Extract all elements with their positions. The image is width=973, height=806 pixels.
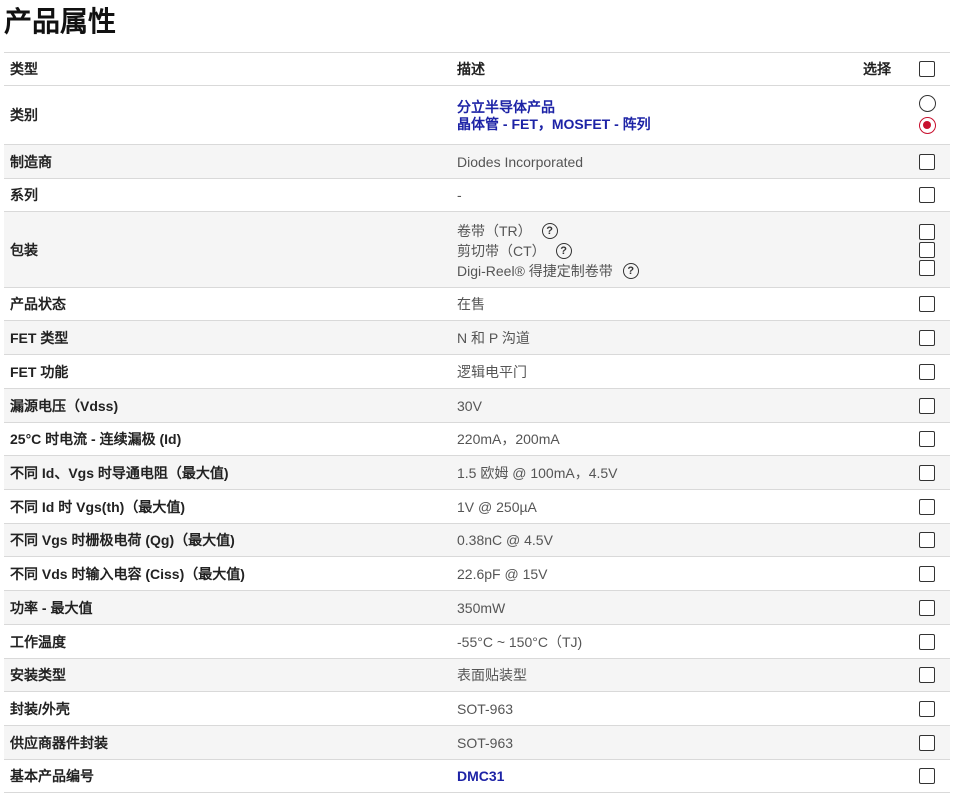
row-desc: 22.6pF @ 15V xyxy=(457,565,548,582)
row-checkbox[interactable] xyxy=(919,363,935,380)
row-desc: 1V @ 250µA xyxy=(457,498,537,515)
row-checkbox[interactable] xyxy=(919,329,935,346)
row-type: 不同 Id、Vgs 时导通电阻（最大值) xyxy=(10,464,229,481)
row-type: 不同 Id 时 Vgs(th)（最大值) xyxy=(10,498,185,515)
row-checkbox[interactable] xyxy=(919,187,935,203)
row-type: 安装类型 xyxy=(10,667,66,683)
row-type: 功率 - 最大值 xyxy=(10,599,93,616)
packaging-checkbox-ct[interactable] xyxy=(919,242,935,258)
row-desc: - xyxy=(457,187,462,203)
row-type: FET 类型 xyxy=(10,329,69,346)
row-type: 产品状态 xyxy=(10,296,66,312)
category-radio-fet-array[interactable] xyxy=(919,117,936,134)
row-checkbox[interactable] xyxy=(919,667,935,683)
table-row-category: 类别 分立半导体产品 晶体管 - FET，MOSFET - 阵列 xyxy=(4,85,950,144)
table-row: 不同 Id 时 Vgs(th)（最大值) 1V @ 250µA xyxy=(4,489,950,523)
packaging-option-digireel: Digi-Reel® 得捷定制卷带? xyxy=(457,261,639,281)
row-desc: 350mW xyxy=(457,599,506,616)
row-desc: N 和 P 沟道 xyxy=(457,329,530,346)
table-row: 基本产品编号 DMC31 xyxy=(4,759,950,793)
row-checkbox[interactable] xyxy=(919,153,935,170)
row-checkbox[interactable] xyxy=(919,700,935,717)
table-row: 不同 Vgs 时栅极电荷 (Qg)（最大值) 0.38nC @ 4.5V xyxy=(4,523,950,556)
category-link-fet-array[interactable]: 晶体管 - FET，MOSFET - 阵列 xyxy=(457,114,651,134)
row-type: 不同 Vgs 时栅极电荷 (Qg)（最大值) xyxy=(10,532,235,548)
packaging-option-tr: 卷带（TR）? xyxy=(457,221,558,241)
row-type: 类别 xyxy=(10,107,38,123)
row-desc: 1.5 欧姆 @ 100mA，4.5V xyxy=(457,464,618,481)
table-row: 安装类型 表面贴装型 xyxy=(4,658,950,691)
row-desc: Diodes Incorporated xyxy=(457,153,584,170)
packaging-checkbox-digireel[interactable] xyxy=(919,260,935,276)
page-title: 产品属性 xyxy=(4,6,117,37)
row-desc: 220mA，200mA xyxy=(457,431,560,447)
table-row: 封装/外壳 SOT-963 xyxy=(4,691,950,725)
table-row: 不同 Vds 时输入电容 (Ciss)（最大值) 22.6pF @ 15V xyxy=(4,556,950,590)
row-desc: SOT-963 xyxy=(457,700,514,717)
header-select: 选择 xyxy=(863,61,891,77)
row-checkbox[interactable] xyxy=(919,565,935,582)
row-type: FET 功能 xyxy=(10,363,69,380)
help-icon[interactable]: ? xyxy=(555,243,572,260)
row-type: 基本产品编号 xyxy=(10,768,94,784)
row-checkbox[interactable] xyxy=(919,532,935,548)
row-type: 不同 Vds 时输入电容 (Ciss)（最大值) xyxy=(10,565,245,582)
row-type: 制造商 xyxy=(10,153,52,170)
row-desc: 表面贴装型 xyxy=(457,667,527,683)
product-attributes-table: 类型 描述 选择 类别 分立半导体产品 晶体管 - FET，MOSFET - 阵… xyxy=(4,52,950,793)
row-type: 漏源电压（Vdss) xyxy=(10,397,119,414)
row-type: 供应商器件封装 xyxy=(10,734,108,751)
row-checkbox[interactable] xyxy=(919,633,935,650)
row-checkbox[interactable] xyxy=(919,498,935,515)
table-row-packaging: 包装 卷带（TR）? 剪切带（CT）? Digi-Reel® 得捷定制卷带? xyxy=(4,211,950,287)
help-icon[interactable]: ? xyxy=(541,223,558,240)
row-type: 包装 xyxy=(10,241,38,258)
row-checkbox[interactable] xyxy=(919,734,935,751)
row-type: 25°C 时电流 - 连续漏极 (Id) xyxy=(10,431,182,447)
base-product-number-link[interactable]: DMC31 xyxy=(457,768,504,784)
table-row: FET 类型 N 和 P 沟道 xyxy=(4,320,950,354)
row-desc: SOT-963 xyxy=(457,734,514,751)
packaging-checkbox-tr[interactable] xyxy=(919,224,935,240)
category-radio-discrete[interactable] xyxy=(919,95,936,112)
packaging-option-ct: 剪切带（CT）? xyxy=(457,241,572,261)
table-header-row: 类型 描述 选择 xyxy=(4,52,950,85)
table-row: 供应商器件封装 SOT-963 xyxy=(4,725,950,759)
packaging-option-label: 卷带（TR） xyxy=(457,223,532,239)
table-row: FET 功能 逻辑电平门 xyxy=(4,354,950,388)
row-desc: 逻辑电平门 xyxy=(457,363,527,380)
row-desc: 0.38nC @ 4.5V xyxy=(457,532,553,548)
header-description: 描述 xyxy=(457,61,485,77)
row-desc: -55°C ~ 150°C（TJ) xyxy=(457,633,583,650)
table-row: 不同 Id、Vgs 时导通电阻（最大值) 1.5 欧姆 @ 100mA，4.5V xyxy=(4,455,950,489)
row-type: 封装/外壳 xyxy=(10,700,70,717)
table-row: 制造商 Diodes Incorporated xyxy=(4,144,950,178)
table-row: 系列 - xyxy=(4,178,950,211)
select-all-checkbox[interactable] xyxy=(919,61,935,77)
row-desc: 30V xyxy=(457,397,482,414)
table-row: 25°C 时电流 - 连续漏极 (Id) 220mA，200mA xyxy=(4,422,950,455)
help-icon[interactable]: ? xyxy=(622,263,639,280)
row-checkbox[interactable] xyxy=(919,464,935,481)
table-row: 工作温度 -55°C ~ 150°C（TJ) xyxy=(4,624,950,658)
row-checkbox[interactable] xyxy=(919,296,935,312)
table-row: 功率 - 最大值 350mW xyxy=(4,590,950,624)
row-checkbox[interactable] xyxy=(919,599,935,616)
packaging-option-label: Digi-Reel® 得捷定制卷带 xyxy=(457,263,613,279)
table-row: 漏源电压（Vdss) 30V xyxy=(4,388,950,422)
row-type: 系列 xyxy=(10,187,38,203)
header-type: 类型 xyxy=(10,61,38,77)
packaging-option-label: 剪切带（CT） xyxy=(457,243,546,259)
row-checkbox[interactable] xyxy=(919,397,935,414)
row-checkbox[interactable] xyxy=(919,431,935,447)
row-type: 工作温度 xyxy=(10,633,66,650)
row-desc: 在售 xyxy=(457,296,485,312)
table-row: 产品状态 在售 xyxy=(4,287,950,320)
row-checkbox[interactable] xyxy=(919,768,935,784)
